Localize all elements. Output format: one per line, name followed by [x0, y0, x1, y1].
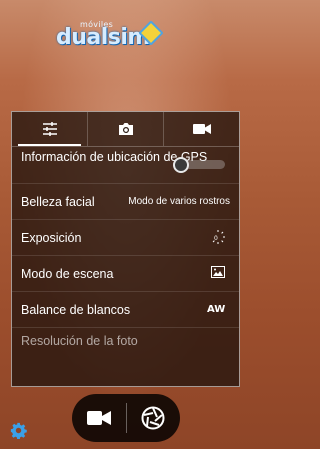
sliders-icon — [42, 122, 57, 136]
photo-resolution-row[interactable]: Resolución de la foto — [12, 328, 239, 348]
face-beauty-value: Modo de varios rostros — [128, 196, 230, 207]
face-beauty-row[interactable]: Belleza facial Modo de varios rostros — [12, 184, 239, 220]
settings-panel: Información de ubicación de GPS Belleza … — [11, 111, 240, 387]
shutter-button[interactable] — [127, 394, 181, 442]
camera-icon — [118, 123, 133, 135]
svg-text:AW: AW — [207, 304, 225, 314]
video-camera-icon — [192, 124, 211, 134]
video-camera-icon — [86, 411, 111, 425]
video-record-button[interactable] — [72, 394, 126, 442]
watermark-logo: móviles dualsim — [56, 20, 176, 52]
gear-icon[interactable] — [10, 422, 27, 439]
shutter-aperture-icon — [141, 406, 165, 430]
exposure-row[interactable]: Exposición 0 — [12, 220, 239, 256]
gps-location-row[interactable]: Información de ubicación de GPS — [12, 147, 239, 184]
face-beauty-label: Belleza facial — [21, 195, 95, 209]
photo-resolution-label: Resolución de la foto — [21, 334, 138, 348]
settings-tabs — [12, 112, 239, 147]
toggle-knob — [173, 157, 189, 173]
exposure-icon: 0 — [212, 230, 225, 244]
gps-location-toggle[interactable] — [173, 157, 225, 173]
scene-mode-label: Modo de escena — [21, 267, 114, 281]
exposure-label: Exposición — [21, 231, 82, 245]
tab-general-settings[interactable] — [12, 112, 88, 146]
camera-controls — [72, 394, 180, 442]
tab-photo-settings[interactable] — [88, 112, 164, 146]
scene-mode-row[interactable]: Modo de escena — [12, 256, 239, 292]
watermark-brand: dualsim — [56, 25, 150, 50]
white-balance-auto-icon: AW — [207, 304, 225, 314]
scene-icon — [211, 266, 225, 278]
white-balance-row[interactable]: Balance de blancos AW — [12, 292, 239, 328]
svg-text:0: 0 — [214, 235, 218, 242]
white-balance-label: Balance de blancos — [21, 303, 131, 317]
tab-video-settings[interactable] — [164, 112, 239, 146]
